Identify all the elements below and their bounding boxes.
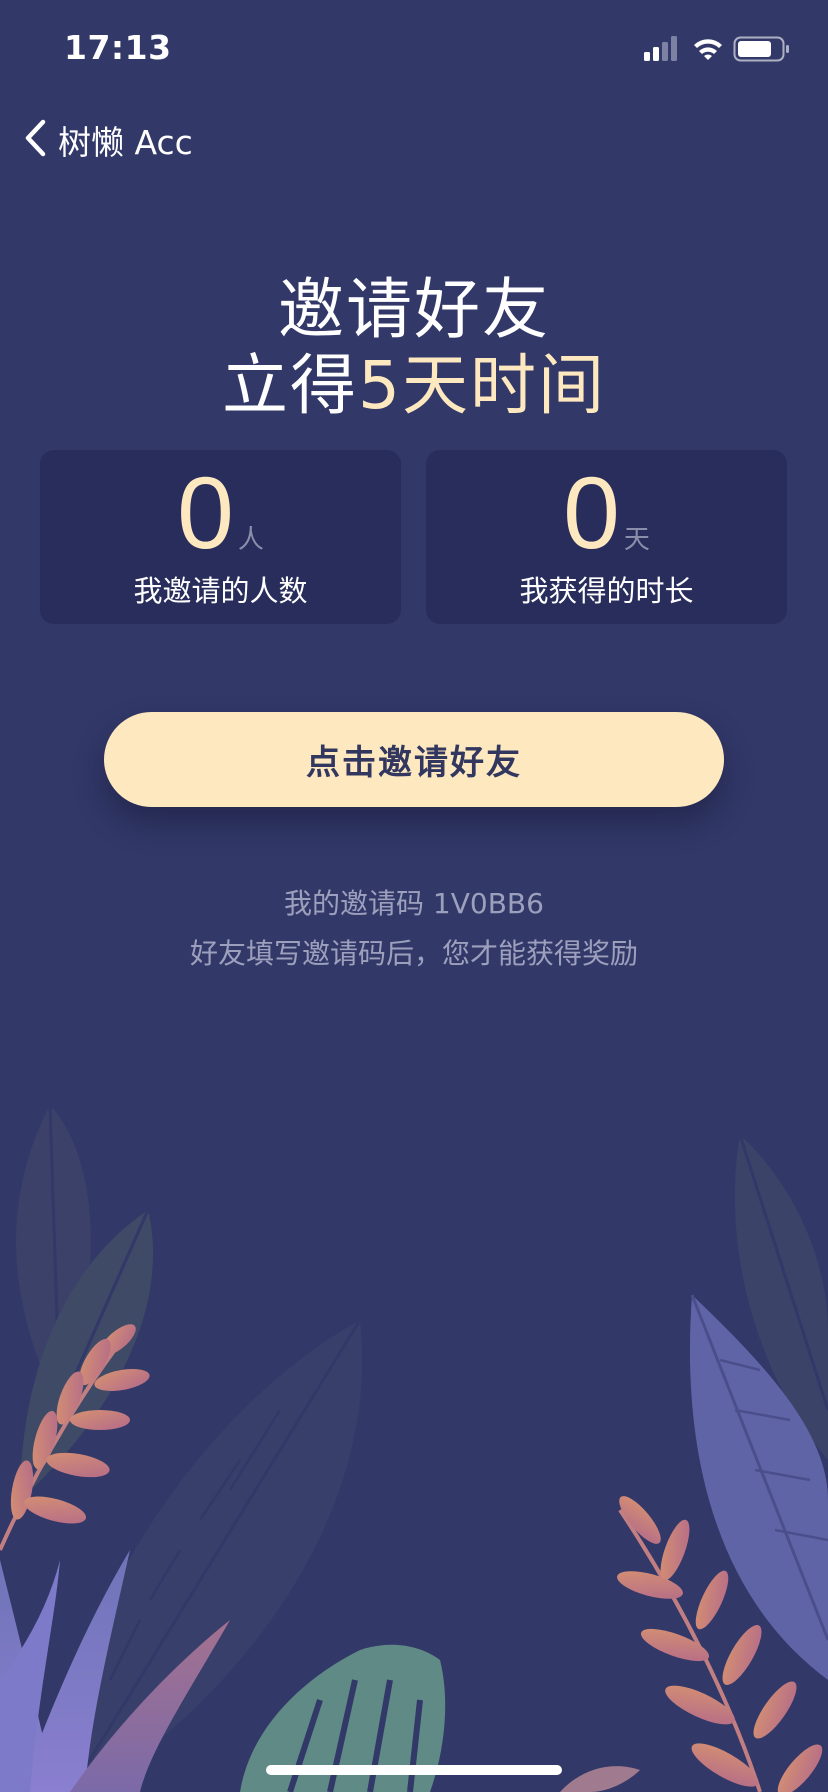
small-leaf-bottom bbox=[560, 1766, 640, 1792]
headline-subtitle-highlight: 5天时间 bbox=[358, 347, 606, 424]
invite-hint: 好友填写邀请码后，您才能获得奖励 bbox=[189, 937, 638, 970]
headline-title: 邀请好友 bbox=[278, 271, 550, 348]
status-time: 17:13 bbox=[64, 28, 172, 67]
decorative-foliage-illustration bbox=[0, 1104, 828, 1792]
earned-time-label: 我获得的时长 bbox=[519, 574, 694, 608]
invited-count-card: 0人 我邀请的人数 bbox=[40, 450, 401, 624]
status-bar: 17:13 bbox=[0, 0, 828, 96]
earned-time-unit: 天 bbox=[623, 525, 650, 555]
invite-code: 我的邀请码 1V0BB6 bbox=[284, 887, 544, 920]
earned-time-value: 0 bbox=[563, 456, 620, 570]
headline-subtitle: 立得5天时间 bbox=[0, 348, 828, 424]
headline-subtitle-prefix: 立得 bbox=[222, 347, 358, 424]
chevron-left-icon bbox=[22, 118, 48, 162]
home-indicator[interactable] bbox=[266, 1765, 562, 1775]
earned-time-card: 0天 我获得的时长 bbox=[426, 450, 787, 624]
invite-friends-button[interactable]: 点击邀请好友 bbox=[104, 712, 724, 807]
nav-bar: 树懒 Acc bbox=[0, 110, 828, 170]
back-button[interactable]: 树懒 Acc bbox=[22, 110, 193, 170]
headline: 邀请好友 立得5天时间 bbox=[0, 272, 828, 424]
cellular-signal-icon bbox=[644, 36, 677, 61]
invited-count-label: 我邀请的人数 bbox=[133, 574, 308, 608]
back-label: 树懒 Acc bbox=[58, 123, 193, 162]
invited-count-unit: 人 bbox=[237, 525, 264, 555]
wifi-icon bbox=[694, 39, 722, 60]
battery-icon bbox=[733, 36, 789, 62]
invited-count-value: 0 bbox=[177, 456, 234, 570]
status-icons bbox=[644, 34, 794, 64]
